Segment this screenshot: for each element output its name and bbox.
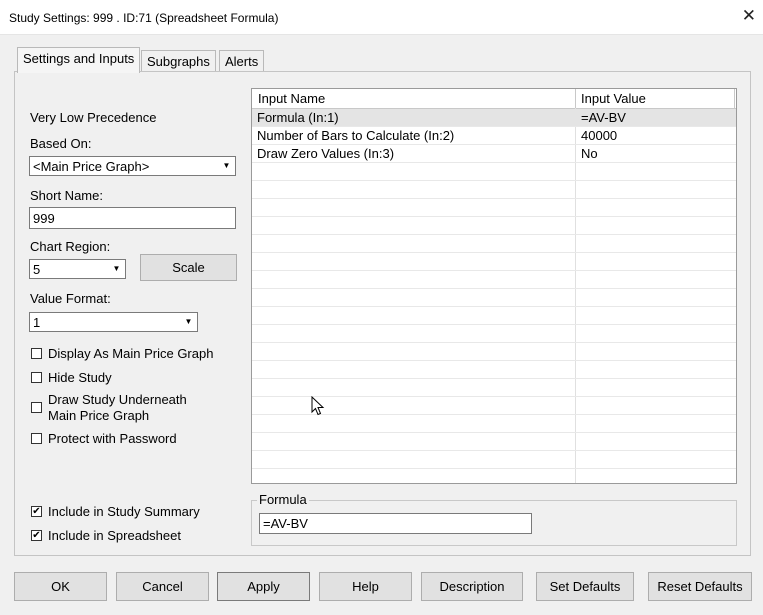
reset-defaults-button[interactable]: Reset Defaults: [648, 572, 752, 601]
table-row: [252, 361, 736, 379]
value-format-label: Value Format:: [30, 291, 111, 306]
title-bar: Study Settings: 999 . ID:71 (Spreadsheet…: [0, 0, 763, 35]
table-row: [252, 451, 736, 469]
table-row[interactable]: Number of Bars to Calculate (In:2) 40000: [252, 127, 736, 145]
set-defaults-button[interactable]: Set Defaults: [536, 572, 634, 601]
column-divider[interactable]: [575, 89, 576, 108]
protect-with-password-label: Protect with Password: [48, 431, 177, 446]
short-name-input[interactable]: 999: [29, 207, 236, 229]
table-row: [252, 253, 736, 271]
precedence-label: Very Low Precedence: [30, 110, 157, 125]
draw-study-underneath-label-line1: Draw Study Underneath: [48, 392, 187, 407]
chevron-down-icon[interactable]: ▼: [219, 158, 234, 174]
chart-region-value: 5: [33, 262, 41, 277]
table-header: Input Name Input Value: [252, 89, 736, 109]
protect-with-password-checkbox[interactable]: [31, 433, 42, 444]
table-row: [252, 163, 736, 181]
include-in-study-summary-checkbox[interactable]: ✔: [31, 506, 42, 517]
hide-study-label: Hide Study: [48, 370, 112, 385]
apply-button[interactable]: Apply: [217, 572, 310, 601]
include-in-study-summary-label: Include in Study Summary: [48, 504, 200, 519]
table-row: [252, 307, 736, 325]
column-header-input-value[interactable]: Input Value: [581, 91, 646, 106]
based-on-select[interactable]: <Main Price Graph> ▼: [29, 156, 236, 176]
column-divider[interactable]: [734, 89, 735, 108]
display-as-main-price-graph-label: Display As Main Price Graph: [48, 346, 214, 361]
based-on-value: <Main Price Graph>: [33, 159, 150, 174]
hide-study-checkbox[interactable]: [31, 372, 42, 383]
include-in-spreadsheet-label: Include in Spreadsheet: [48, 528, 181, 543]
short-name-value: 999: [33, 211, 55, 226]
help-button[interactable]: Help: [319, 572, 412, 601]
formula-value: =AV-BV: [263, 516, 308, 531]
table-row: [252, 271, 736, 289]
draw-study-underneath-checkbox[interactable]: [31, 402, 42, 413]
table-row: [252, 379, 736, 397]
description-button[interactable]: Description: [421, 572, 523, 601]
input-name-cell: Draw Zero Values (In:3): [257, 146, 395, 161]
short-name-label: Short Name:: [30, 188, 103, 203]
close-icon[interactable]: ✕: [742, 6, 756, 26]
input-value-cell[interactable]: No: [581, 146, 598, 161]
value-format-value: 1: [33, 315, 41, 330]
input-value-cell[interactable]: =AV-BV: [581, 110, 626, 125]
table-row: [252, 289, 736, 307]
based-on-label: Based On:: [30, 136, 92, 151]
ok-button[interactable]: OK: [14, 572, 107, 601]
table-row: [252, 181, 736, 199]
tab-subgraphs[interactable]: Subgraphs: [141, 50, 216, 73]
chart-region-label: Chart Region:: [30, 239, 111, 254]
input-name-cell: Number of Bars to Calculate (In:2): [257, 128, 455, 143]
table-row[interactable]: Formula (In:1) =AV-BV: [252, 109, 736, 127]
window-title: Study Settings: 999 . ID:71 (Spreadsheet…: [9, 11, 279, 25]
draw-study-underneath-label-line2: Main Price Graph: [48, 408, 150, 423]
chart-region-select[interactable]: 5 ▼: [29, 259, 126, 279]
table-row: [252, 217, 736, 235]
mouse-pointer-icon: [311, 396, 325, 416]
value-format-select[interactable]: 1 ▼: [29, 312, 198, 332]
table-row: [252, 199, 736, 217]
formula-input[interactable]: =AV-BV: [259, 513, 532, 534]
tab-settings-and-inputs[interactable]: Settings and Inputs: [17, 47, 141, 73]
cancel-button[interactable]: Cancel: [116, 572, 209, 601]
scale-button[interactable]: Scale: [140, 254, 237, 281]
chevron-down-icon[interactable]: ▼: [181, 314, 196, 330]
table-row: [252, 343, 736, 361]
table-row: [252, 433, 736, 451]
table-row: [252, 325, 736, 343]
chevron-down-icon[interactable]: ▼: [109, 261, 124, 277]
tab-alerts[interactable]: Alerts: [219, 50, 265, 73]
display-as-main-price-graph-checkbox[interactable]: [31, 348, 42, 359]
input-name-cell: Formula (In:1): [257, 110, 339, 125]
input-value-cell[interactable]: 40000: [581, 128, 617, 143]
table-row: [252, 415, 736, 433]
inputs-table: Input Name Input Value Formula (In:1) =A…: [251, 88, 737, 484]
include-in-spreadsheet-checkbox[interactable]: ✔: [31, 530, 42, 541]
column-header-input-name[interactable]: Input Name: [258, 91, 325, 106]
table-row[interactable]: Draw Zero Values (In:3) No: [252, 145, 736, 163]
table-row: [252, 235, 736, 253]
formula-group-label: Formula: [257, 492, 309, 507]
